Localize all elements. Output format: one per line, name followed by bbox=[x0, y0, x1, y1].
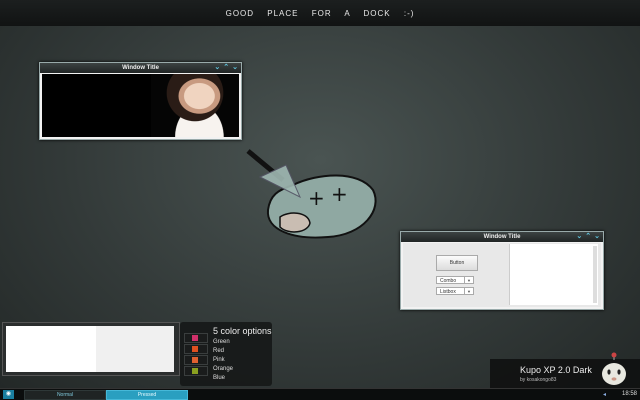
minimize-icon[interactable]: ⌄ bbox=[576, 232, 582, 242]
window-photo[interactable]: Window Title ⌄ ⌃ ⌄ bbox=[39, 62, 242, 140]
window-widgets[interactable]: Window Title ⌄ ⌃ ⌄ Button Combo ▼ Listbo… bbox=[400, 231, 604, 310]
home-icon bbox=[192, 335, 198, 341]
svg-text:+: + bbox=[331, 182, 348, 206]
color-option-orange: Orange bbox=[213, 366, 234, 372]
swatch-red bbox=[184, 344, 208, 354]
color-option-blue: Blue bbox=[213, 375, 226, 381]
svg-text:+: + bbox=[308, 186, 325, 210]
swatch-pink bbox=[184, 355, 208, 365]
chevron-down-icon[interactable]: ▼ bbox=[464, 288, 473, 294]
minimize-icon[interactable]: ⌄ bbox=[214, 63, 220, 73]
color-options-heading: 5 color options bbox=[213, 326, 272, 336]
theme-author: by kosakongo83 bbox=[520, 377, 557, 383]
window-content: Button Combo ▼ Listbox ▼ bbox=[403, 243, 601, 307]
window-titlebar[interactable]: Window Title ⌄ ⌃ ⌄ bbox=[40, 63, 241, 73]
preview-inner bbox=[6, 326, 174, 372]
start-button[interactable]: ◉ bbox=[3, 390, 14, 399]
home-icon bbox=[192, 346, 198, 352]
window-content bbox=[42, 74, 239, 137]
maximize-icon[interactable]: ⌃ bbox=[585, 232, 591, 242]
listbox-label: Listbox bbox=[440, 289, 456, 295]
color-option-pink: Pink bbox=[213, 357, 225, 363]
maximize-icon[interactable]: ⌃ bbox=[223, 63, 229, 73]
window-titlebar[interactable]: Window Title ⌄ ⌃ ⌄ bbox=[401, 232, 603, 242]
close-icon[interactable]: ⌄ bbox=[232, 63, 238, 73]
scrollbar[interactable] bbox=[593, 246, 597, 303]
color-option-red: Red bbox=[213, 348, 225, 354]
dock-text: GOOD PLACE FOR A DOCK :-) bbox=[225, 8, 415, 18]
swatch-green bbox=[184, 333, 208, 343]
home-icon bbox=[192, 357, 198, 363]
dock-bar: GOOD PLACE FOR A DOCK :-) bbox=[0, 0, 640, 26]
clock: 18:58 bbox=[621, 391, 637, 397]
moogle-icon bbox=[602, 352, 626, 385]
taskbar-button-pressed[interactable]: Pressed bbox=[106, 390, 188, 400]
taskbar: ◉ Normal Pressed ◂ 18:58 bbox=[0, 388, 640, 400]
dead-blob-icon: + + bbox=[246, 149, 377, 239]
list-pane[interactable] bbox=[509, 244, 598, 305]
preview-panel bbox=[2, 322, 180, 376]
color-option-green: Green bbox=[213, 339, 230, 345]
close-icon[interactable]: ⌄ bbox=[594, 232, 600, 242]
taskbar-button-normal[interactable]: Normal bbox=[24, 390, 106, 400]
tray-arrow-icon[interactable]: ◂ bbox=[603, 391, 606, 398]
home-icon bbox=[192, 368, 198, 374]
window-title: Window Title bbox=[483, 234, 521, 240]
theme-title: Kupo XP 2.0 Dark bbox=[520, 365, 592, 375]
listbox-select[interactable]: Listbox ▼ bbox=[436, 287, 474, 295]
window-title: Window Title bbox=[122, 65, 159, 71]
sample-button[interactable]: Button bbox=[436, 255, 478, 271]
chevron-down-icon[interactable]: ▼ bbox=[464, 277, 473, 283]
portrait-image bbox=[151, 74, 239, 137]
combo-box[interactable]: Combo ▼ bbox=[436, 276, 474, 284]
color-options-panel: 5 color options Green Red Pink Orange Bl… bbox=[180, 322, 272, 386]
swatch-orange bbox=[184, 366, 208, 376]
combo-label: Combo bbox=[440, 278, 457, 284]
